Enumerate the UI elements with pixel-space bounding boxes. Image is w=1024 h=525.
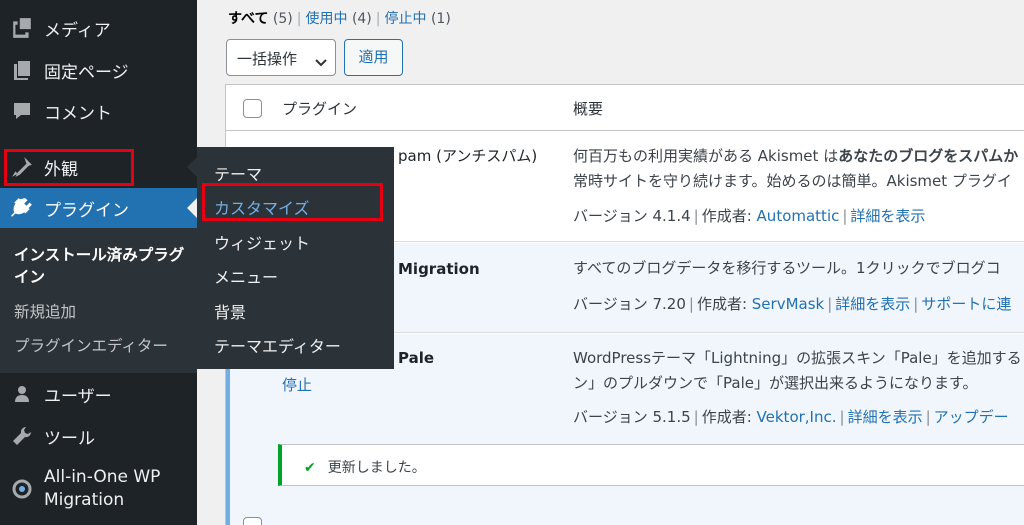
plugin-name: pam (アンチスパム) [398,147,538,165]
apply-button[interactable]: 適用 [344,39,403,76]
menu-comments[interactable]: コメント [0,91,197,131]
plugin-version: バージョン 5.1.5 [573,408,691,426]
menu-users[interactable]: ユーザー [0,374,197,414]
menu-all-in-one-wp-migration[interactable]: All-in-One WP Migration [0,464,197,514]
description-bold: あなたのブログをスパムか [838,147,1019,165]
flyout-widgets[interactable]: ウィジェット [214,230,310,254]
description-text: WordPressテーマ「Lightning」の拡張スキン「Pale」を追加する [573,349,1022,367]
plugin-description: WordPressテーマ「Lightning」の拡張スキン「Pale」を追加する… [573,346,1022,396]
plugin-meta: バージョン 7.20 | 作成者: ServMask | 詳細を表示 | サポートに連 [573,295,1012,313]
flyout-pointer [187,157,197,177]
select-all-checkbox[interactable] [243,99,262,118]
table-header: プラグイン 概要 [226,85,1024,131]
filter-active-count: (4) [351,11,372,27]
bulk-actions-label: 一括操作 [237,50,298,68]
description-text: ン」のプルダウンで「Pale」が選択出来るようになります。 [573,374,978,392]
filter-all-count: (5) [272,11,293,27]
column-description: 概要 [573,100,604,118]
highlight-box-appearance [4,149,134,186]
author-label: 作成者: [696,295,747,313]
migration-icon [10,477,34,501]
details-link[interactable]: 詳細を表示 [848,408,923,426]
plugin-description: すべてのブログデータを移行するツール。1クリックでブログコ [573,259,1001,277]
menu-media-label: メディア [44,20,111,41]
deactivate-text[interactable]: 停止 [282,376,312,394]
plugin-description: 何百万もの利用実績がある Akismet はあなたのブログをスパムか 常時サイト… [573,144,1018,194]
author-label: 作成者: [701,207,752,225]
media-icon [10,16,34,40]
description-text: 何百万もの利用実績がある Akismet は [573,147,839,165]
plugin-icon [10,196,34,220]
menu-plugins-label: プラグイン [44,200,129,221]
flyout-theme-editor[interactable]: テーマエディター [214,333,341,357]
plugin-version: バージョン 4.1.4 [573,207,691,225]
menu-users-label: ユーザー [44,386,112,407]
appearance-flyout-menu: テーマ カスタマイズ ウィジェット メニュー 背景 テーマエディター [197,147,394,369]
author-link[interactable]: Vektor,Inc. [757,408,837,426]
menu-comments-label: コメント [44,103,112,124]
user-icon [10,382,34,406]
flyout-themes[interactable]: テーマ [214,161,262,185]
status-filters: すべて (5) | 使用中 (4) | 停止中 (1) [228,11,451,27]
plugin-version: バージョン 7.20 [573,295,686,313]
update-notice: ✔ 更新しました。 [278,444,1024,486]
plugin-name: Pale [398,349,435,367]
highlight-box-customize [202,183,383,221]
plugin-name: Migration [398,260,480,278]
details-link[interactable]: 詳細を表示 [850,207,925,225]
submenu-installed-plugins[interactable]: インストール済みプラグイン [14,244,186,288]
menu-media[interactable]: メディア [0,8,197,48]
plugin-meta: バージョン 4.1.4 | 作成者: Automattic | 詳細を表示 [573,207,926,225]
author-link[interactable]: Automattic [757,207,840,225]
menu-aio-label: All-in-One WP Migration [44,467,161,510]
row-checkbox[interactable] [243,517,262,525]
menu-plugins[interactable]: プラグイン [0,188,197,228]
column-plugin[interactable]: プラグイン [282,98,357,119]
checkmark-icon: ✔ [304,460,316,476]
deactivate-link[interactable]: 停止 [282,374,312,395]
plugin-meta: バージョン 5.1.5 | 作成者: Vektor,Inc. | 詳細を表示 | アップデー [573,408,1009,426]
filter-inactive[interactable]: 停止中 [385,11,427,27]
menu-pages-label: 固定ページ [44,62,129,83]
notice-text: 更新しました。 [327,460,426,476]
flyout-background[interactable]: 背景 [214,299,246,323]
comment-icon [10,99,34,123]
details-link[interactable]: 詳細を表示 [835,295,910,313]
flyout-menus[interactable]: メニュー [214,264,278,288]
admin-sidebar: メディア 固定ページ コメント 外観 プラグイン インストール済みプラグイン 新… [0,0,197,525]
menu-tools-label: ツール [44,428,95,449]
support-link[interactable]: サポートに連 [921,295,1011,313]
author-label: 作成者: [701,408,752,426]
wrench-icon [10,424,34,448]
submenu-plugin-editor[interactable]: プラグインエディター [14,334,168,356]
bulk-actions-select[interactable]: 一括操作 [226,39,336,76]
pages-icon [10,58,34,82]
current-menu-arrow [187,198,197,218]
submenu-add-new[interactable]: 新規追加 [14,300,76,322]
menu-pages[interactable]: 固定ページ [0,50,197,90]
menu-tools[interactable]: ツール [0,416,197,456]
filter-all[interactable]: すべて [228,11,268,27]
author-link[interactable]: ServMask [752,295,824,313]
filter-active[interactable]: 使用中 [305,11,347,27]
plugins-submenu: インストール済みプラグイン 新規追加 プラグインエディター [0,228,197,373]
update-link[interactable]: アップデー [934,408,1009,426]
chevron-down-icon [315,53,327,71]
filter-inactive-count: (1) [430,11,451,27]
description-text: 常時サイトを守り続けます。始めるのは簡単。Akismet プラグイ [573,172,1012,190]
